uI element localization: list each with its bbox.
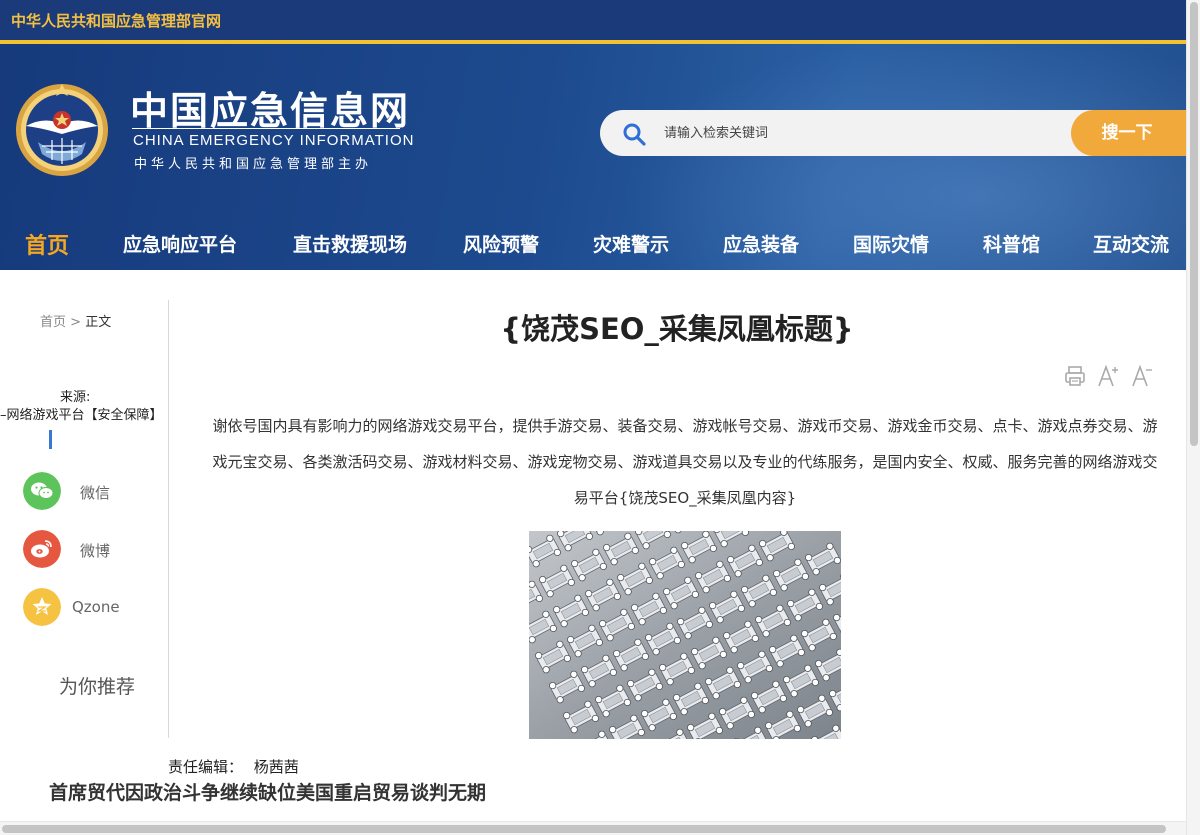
horizontal-scrollbar[interactable] — [0, 821, 1186, 835]
share-qzone-button[interactable]: Qzone — [23, 588, 163, 626]
site-logo-title[interactable]: 中国应急信息网 — [130, 80, 410, 135]
sidebar-divider — [168, 300, 169, 738]
nav-item-home[interactable]: 首页 — [25, 228, 69, 260]
top-bar: 中华人民共和国应急管理部官网 — [0, 0, 1186, 40]
site-logo-english: CHINA EMERGENCY INFORMATION — [133, 132, 415, 149]
source-marker — [49, 430, 52, 449]
nav-item-interaction[interactable]: 互动交流 — [1093, 230, 1169, 257]
weibo-icon[interactable] — [23, 530, 61, 568]
emblem-icon[interactable] — [12, 76, 112, 180]
article-title: {饶茂SEO_采集凤凰标题} — [500, 312, 854, 346]
print-icon[interactable] — [1064, 364, 1086, 388]
font-decrease-icon[interactable] — [1131, 364, 1155, 388]
search-button[interactable]: 搜一下 — [1071, 110, 1186, 156]
main-nav: 首页 应急响应平台 直击救援现场 风险预警 灾难警示 应急装备 国际灾情 科普馆… — [0, 224, 1186, 270]
editor-label: 责任编辑： — [168, 758, 244, 776]
breadcrumb-home[interactable]: 首页 — [40, 315, 66, 330]
breadcrumb-current: 正文 — [85, 315, 112, 330]
article-photo — [529, 531, 841, 739]
share-wechat-label: 微信 — [80, 484, 111, 502]
font-increase-icon[interactable] — [1097, 364, 1121, 388]
share-weibo-button[interactable]: 微博 — [23, 530, 163, 568]
share-weibo-label: 微博 — [80, 542, 111, 560]
recommend-heading: 为你推荐 — [59, 676, 136, 698]
search-input[interactable] — [664, 118, 1064, 148]
logo-divider — [132, 128, 400, 129]
site-logo-subtitle: 中华人民共和国应急管理部主办 — [134, 157, 373, 172]
page: 中华人民共和国应急管理部官网 中国应急信息网 CHINA EMERGENCY I… — [0, 0, 1200, 835]
ministry-site-link[interactable]: 中华人民共和国应急管理部官网 — [11, 10, 221, 31]
wechat-icon[interactable] — [23, 472, 61, 510]
search-icon[interactable] — [622, 122, 646, 146]
vertical-scrollbar[interactable] — [1186, 0, 1200, 835]
site-header: 中国应急信息网 CHINA EMERGENCY INFORMATION 中华人民… — [0, 44, 1186, 270]
source-value: –网络游戏平台【安全保障】 — [0, 408, 163, 423]
source-label: 来源: — [60, 390, 91, 405]
related-article-link[interactable]: 首席贸代因政治斗争继续缺位美国重启贸易谈判无期 — [49, 778, 486, 805]
nav-item-equipment[interactable]: 应急装备 — [723, 230, 799, 257]
article-body: 谢依号国内具有影响力的网络游戏交易平台，提供手游交易、装备交易、游戏帐号交易、游… — [212, 417, 1158, 507]
nav-item-rescue-scene[interactable]: 直击救援现场 — [293, 230, 407, 257]
share-qzone-label: Qzone — [72, 598, 120, 616]
editor-name: 杨茜茜 — [253, 758, 299, 776]
editor-line: 责任编辑： 杨茜茜 — [168, 756, 299, 777]
vertical-scroll-thumb[interactable] — [1190, 2, 1198, 446]
nav-item-disaster-alert[interactable]: 灾难警示 — [593, 230, 669, 257]
horizontal-scroll-thumb[interactable] — [2, 825, 1166, 833]
nav-item-science[interactable]: 科普馆 — [983, 230, 1040, 257]
nav-item-risk-warning[interactable]: 风险预警 — [463, 230, 539, 257]
nav-item-response-platform[interactable]: 应急响应平台 — [123, 230, 237, 257]
qzone-icon[interactable] — [23, 588, 61, 626]
breadcrumb: 首页 > 正文 — [40, 311, 111, 330]
nav-item-international[interactable]: 国际灾情 — [853, 230, 929, 257]
breadcrumb-separator: > — [70, 315, 82, 330]
share-wechat-button[interactable]: 微信 — [23, 472, 163, 510]
